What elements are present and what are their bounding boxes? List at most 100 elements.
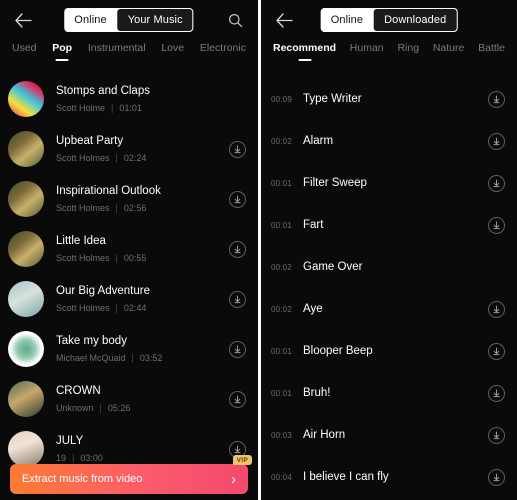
sound-list-item[interactable]: 00:09 Type Writer: [261, 78, 517, 120]
sound-list-item[interactable]: 00:01 Filter Sweep: [261, 162, 517, 204]
sound-duration: 00:04: [271, 472, 293, 482]
download-icon[interactable]: [229, 140, 246, 158]
sound-duration: 00:01: [271, 220, 293, 230]
left-panel-your-music: Online Your Music Used Pop Instrumental …: [0, 0, 258, 500]
song-artist: Scott Holme: [56, 102, 106, 113]
download-icon[interactable]: [488, 342, 505, 360]
download-icon[interactable]: [488, 132, 505, 150]
sound-list-item[interactable]: 00:02 Alarm: [261, 120, 517, 162]
sound-name: Blooper Beep: [303, 345, 373, 357]
right-category-tabs[interactable]: Recommend Human Ring Nature Battle: [261, 40, 517, 68]
category-tab-pop[interactable]: Pop: [50, 40, 74, 54]
album-art-thumbnail: [8, 431, 44, 467]
song-meta: Scott Holmes | 02:24: [56, 152, 229, 165]
back-arrow-icon[interactable]: [271, 7, 297, 33]
category-tab-electronic[interactable]: Electronic: [198, 40, 248, 54]
song-list-item[interactable]: Upbeat Party Scott Holmes | 02:24: [0, 124, 258, 174]
segment-downloaded[interactable]: Downloaded: [373, 8, 458, 32]
song-meta: Scott Holmes | 02:56: [56, 202, 229, 215]
song-duration: 03:00: [80, 452, 103, 463]
download-icon[interactable]: [229, 290, 246, 308]
left-category-tabs[interactable]: Used Pop Instrumental Love Electronic: [0, 40, 258, 68]
left-segmented-control[interactable]: Online Your Music: [64, 8, 194, 32]
song-artist: Michael McQuaid: [56, 352, 126, 363]
album-art-thumbnail: [8, 181, 44, 217]
download-icon[interactable]: [229, 190, 246, 208]
song-artist: Unknown: [56, 402, 94, 413]
category-tab-used[interactable]: Used: [10, 40, 39, 54]
sound-duration: 00:02: [271, 304, 293, 314]
sound-list-item[interactable]: 00:03 Air Horn: [261, 414, 517, 456]
song-meta: Michael McQuaid | 03:52: [56, 352, 229, 365]
download-icon[interactable]: [488, 426, 505, 444]
download-icon[interactable]: [229, 390, 246, 408]
song-list-item[interactable]: Little Idea Scott Holmes | 00:55: [0, 224, 258, 274]
category-tab-recommend[interactable]: Recommend: [271, 40, 338, 54]
right-topbar: Online Downloaded: [261, 0, 517, 40]
segment-online[interactable]: Online: [64, 8, 117, 32]
song-list-item[interactable]: Take my body Michael McQuaid | 03:52: [0, 324, 258, 374]
download-icon[interactable]: [229, 340, 246, 358]
song-list-item[interactable]: Our Big Adventure Scott Holmes | 02:44: [0, 274, 258, 324]
sound-name: Filter Sweep: [303, 177, 367, 189]
song-list-item[interactable]: Inspirational Outlook Scott Holmes | 02:56: [0, 174, 258, 224]
sound-duration: 00:09: [271, 94, 293, 104]
sound-list-item[interactable]: 00:04 I believe I can fly: [261, 456, 517, 498]
category-tab-battle[interactable]: Battle: [476, 40, 507, 54]
song-artist: Scott Holmes: [56, 202, 110, 213]
song-text-block: Stomps and Claps Scott Holme | 01:01: [56, 84, 229, 115]
download-icon[interactable]: [488, 174, 505, 192]
sound-list-item[interactable]: 00:02 Game Over: [261, 246, 517, 288]
song-meta: Scott Holmes | 02:44: [56, 302, 229, 315]
song-text-block: Upbeat Party Scott Holmes | 02:24: [56, 134, 229, 165]
download-icon[interactable]: [488, 300, 505, 318]
right-segmented-control[interactable]: Online Downloaded: [320, 8, 458, 32]
segment-online[interactable]: Online: [320, 8, 374, 32]
sound-list-item[interactable]: 00:01 Blooper Beep: [261, 330, 517, 372]
song-text-block: JULY 19 | 03:00: [56, 434, 229, 465]
meta-separator: |: [115, 152, 118, 163]
extract-music-banner[interactable]: Extract music from video › VIP: [10, 455, 252, 494]
song-artist: 19: [56, 452, 67, 463]
segment-your-music[interactable]: Your Music: [116, 8, 194, 32]
sound-duration: 00:03: [271, 430, 293, 440]
search-icon[interactable]: [222, 7, 248, 33]
category-tab-human[interactable]: Human: [348, 40, 386, 54]
sound-duration: 00:02: [271, 262, 293, 272]
download-icon[interactable]: [488, 384, 505, 402]
banner-label: Extract music from video: [22, 473, 143, 485]
song-title: Upbeat Party: [56, 134, 124, 147]
download-icon[interactable]: [488, 90, 505, 108]
download-icon[interactable]: [488, 216, 505, 234]
album-art-thumbnail: [8, 331, 44, 367]
song-list-item[interactable]: CROWN Unknown | 05:26: [0, 374, 258, 424]
sound-name: Type Writer: [303, 93, 362, 105]
category-tab-nature[interactable]: Nature: [431, 40, 467, 54]
song-artist: Scott Holmes: [56, 252, 110, 263]
song-meta: Scott Holmes | 00:55: [56, 252, 229, 265]
category-tab-ring[interactable]: Ring: [395, 40, 421, 54]
sound-name: Alarm: [303, 135, 334, 147]
song-list-item[interactable]: Stomps and Claps Scott Holme | 01:01: [0, 74, 258, 124]
download-icon[interactable]: [229, 240, 246, 258]
song-text-block: Little Idea Scott Holmes | 00:55: [56, 234, 229, 265]
back-arrow-icon[interactable]: [10, 7, 36, 33]
sound-list-item[interactable]: 00:02 Aye: [261, 288, 517, 330]
song-text-block: Take my body Michael McQuaid | 03:52: [56, 334, 229, 365]
song-text-block: Inspirational Outlook Scott Holmes | 02:56: [56, 184, 229, 215]
album-art-thumbnail: [8, 81, 44, 117]
category-tab-instrumental[interactable]: Instrumental: [86, 40, 148, 54]
meta-separator: |: [115, 302, 118, 313]
sound-name: Game Over: [303, 261, 363, 273]
song-artist: Scott Holmes: [56, 152, 110, 163]
download-icon[interactable]: [488, 468, 505, 486]
sound-name: I believe I can fly: [303, 471, 389, 483]
sound-list-item[interactable]: 00:01 Fart: [261, 204, 517, 246]
song-meta: Unknown | 05:26: [56, 402, 229, 415]
song-title: JULY: [56, 434, 84, 447]
sound-list-item[interactable]: 00:01 Bruh!: [261, 372, 517, 414]
sound-name: Bruh!: [303, 387, 331, 399]
song-text-block: Our Big Adventure Scott Holmes | 02:44: [56, 284, 229, 315]
category-tab-love[interactable]: Love: [159, 40, 186, 54]
right-panel-downloaded: Online Downloaded Recommend Human Ring N…: [261, 0, 517, 500]
